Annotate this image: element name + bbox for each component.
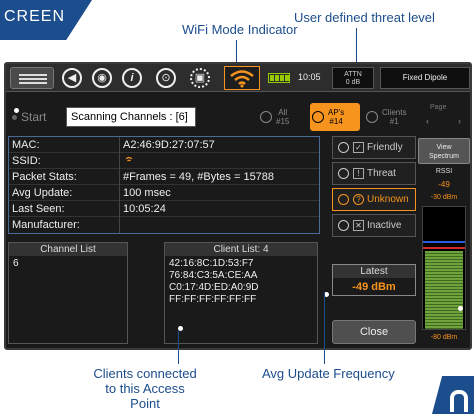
info-icon[interactable]: i [122, 68, 142, 88]
threat-callout-line [356, 28, 357, 62]
client-list-title: Client List: 4 [165, 243, 317, 256]
meter-threshold-red [423, 247, 465, 249]
battery-icon [268, 73, 290, 83]
rssi-scale-top: -30 dBm [430, 194, 458, 201]
antenna-selector[interactable]: Fixed Dipole [380, 67, 470, 89]
menu-icon [19, 74, 47, 76]
threat-option-friendly[interactable]: ✓ Friendly [332, 136, 416, 159]
device-screen: ◀ ◉ i ⊙ ▣ 10:05 ATTN 0 dB Fixed Dipole S… [4, 62, 472, 350]
list-item[interactable]: C0:17:4D:ED:A0:9D [169, 282, 313, 294]
x-icon: ✕ [353, 220, 364, 231]
list-item[interactable]: FF:FF:FF:FF:FF:FF [169, 294, 313, 306]
tab-all[interactable]: All #15 [258, 103, 304, 131]
device-icon[interactable]: ▣ [190, 68, 210, 88]
check-icon: ✓ [353, 142, 364, 153]
wifi-icon [230, 70, 254, 88]
tab-aps[interactable]: AP's #14 [310, 103, 360, 131]
location-icon[interactable]: ⊙ [156, 68, 176, 88]
close-button[interactable]: Close [332, 320, 416, 344]
threat-level-callout: User defined threat level [294, 10, 435, 25]
attn-label: ATTN [344, 71, 362, 78]
camera-icon[interactable]: ◉ [92, 68, 112, 88]
question-icon: ? [353, 194, 364, 205]
radio-icon [338, 220, 349, 231]
attn-value: 0 dB [345, 79, 361, 86]
radio-icon [260, 111, 272, 123]
rssi-scale-bottom: -80 dBm [430, 334, 458, 341]
start-label: Start [21, 110, 47, 124]
list-item: 6 [13, 258, 19, 269]
latest-title: Latest [333, 265, 415, 278]
threat-option-inactive[interactable]: ✕ Inactive [332, 214, 416, 237]
clients-callout: Clients connected to this Access Point [93, 366, 197, 411]
wifi-callout-line [236, 40, 237, 62]
threat-level-selector: ✓ Friendly ! Threat ? Unknown ✕ Inactive [332, 136, 416, 240]
info-row-ssid: SSID: [9, 153, 319, 169]
start-dot-icon [12, 115, 17, 121]
rssi-panel: View Spectrum RSSI -49 -30 dBm -80 dBm [418, 136, 470, 348]
info-row-mac: MAC: A2:46:9D:27:07:57 [9, 137, 319, 153]
channel-list-panel: Channel List 6 [8, 242, 128, 344]
latest-value: -49 dBm [352, 281, 396, 293]
radio-icon [338, 168, 349, 179]
scanning-channels-field: Scanning Channels : [6] [66, 107, 196, 127]
threat-option-unknown[interactable]: ? Unknown [332, 188, 416, 211]
radio-icon [366, 111, 378, 123]
wifi-mode-callout: WiFi Mode Indicator [182, 22, 298, 37]
rssi-label: RSSI [435, 168, 453, 175]
radio-icon [338, 194, 349, 205]
wifi-mode-indicator [224, 66, 260, 90]
rssi-meter [422, 206, 466, 330]
tab-clients[interactable]: Clients #1 [364, 103, 414, 131]
view-spectrum-button[interactable]: View Spectrum [418, 138, 470, 164]
avg-callout-line [324, 292, 325, 364]
list-item[interactable]: 42:16:8C:1D:53:F7 [169, 258, 313, 270]
threat-option-threat[interactable]: ! Threat [332, 162, 416, 185]
brand-logo [432, 376, 474, 414]
wifi-icon [125, 156, 133, 162]
radio-icon [312, 111, 324, 123]
client-list-panel: Client List: 4 42:16:8C:1D:53:F7 76:84:C… [164, 242, 318, 344]
channel-list-title: Channel List [9, 243, 127, 256]
info-row-last-seen: Last Seen: 10:05:24 [9, 201, 319, 217]
radio-icon [338, 142, 349, 153]
rssi-meter-fill [425, 250, 463, 329]
clients-callout-line [178, 330, 179, 364]
rssi-value: -49 [438, 180, 450, 189]
clock: 10:05 [298, 72, 321, 82]
info-row-manufacturer: Manufacturer: [9, 217, 319, 233]
speaker-icon[interactable]: ◀ [62, 68, 82, 88]
warning-icon: ! [353, 168, 364, 179]
menu-button[interactable] [10, 67, 54, 89]
info-row-avg-update: Avg Update: 100 msec [9, 185, 319, 201]
info-row-packet-stats: Packet Stats: #Frames = 49, #Bytes = 157… [9, 169, 319, 185]
page-next-icon[interactable]: › [458, 116, 461, 126]
avg-update-callout: Avg Update Frequency [262, 366, 395, 381]
callout-dot [14, 108, 19, 113]
latest-rssi-box: Latest -49 dBm [332, 264, 416, 296]
attenuation-display[interactable]: ATTN 0 dB [332, 67, 374, 89]
callout-dot [458, 306, 463, 311]
toolbar: ◀ ◉ i ⊙ ▣ 10:05 ATTN 0 dB Fixed Dipole [6, 64, 470, 92]
banner-text: CREEN [4, 8, 66, 25]
brand-banner: CREEN [0, 0, 92, 40]
page-label: Page [430, 104, 447, 111]
page-prev-icon[interactable]: ‹ [426, 116, 429, 126]
list-item[interactable]: 76:84:C3:5A:CE:AA [169, 270, 313, 282]
ap-info-table: MAC: A2:46:9D:27:07:57 SSID: Packet Stat… [8, 136, 320, 234]
meter-threshold-blue [423, 241, 465, 243]
